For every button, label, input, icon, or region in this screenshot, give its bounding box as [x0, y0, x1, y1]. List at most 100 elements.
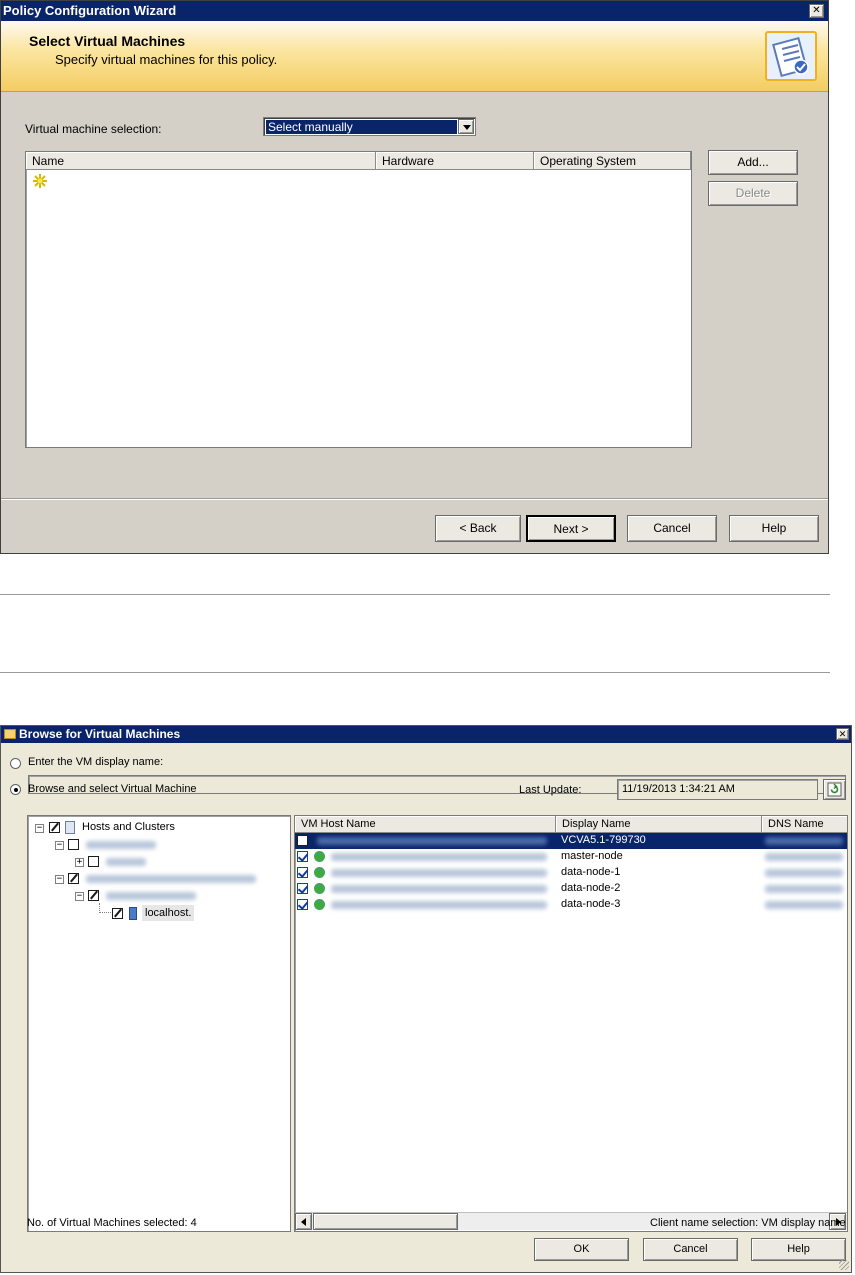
- blurred-dns-name: [765, 885, 843, 893]
- tree-collapse-root[interactable]: −: [35, 824, 44, 833]
- row-checkbox[interactable]: [297, 899, 308, 910]
- blurred-host-2a: [106, 892, 196, 900]
- tree-collapse-host-2a[interactable]: −: [75, 892, 84, 901]
- blurred-dns-name: [765, 901, 843, 909]
- column-header-dns-name[interactable]: DNS Name: [762, 816, 847, 833]
- blurred-host-1: [86, 841, 156, 849]
- policy-wizard-icon: [765, 31, 817, 81]
- hosts-tree[interactable]: − Hosts and Clusters − + − − localhost.: [27, 815, 291, 1232]
- tree-checkbox-localhost[interactable]: [112, 908, 123, 919]
- tree-collapse-host-2[interactable]: −: [55, 875, 64, 884]
- blurred-host-1a: [106, 858, 146, 866]
- host-server-icon: [129, 907, 137, 920]
- last-update-label: Last Update:: [519, 784, 582, 796]
- browse-cancel-button[interactable]: Cancel: [643, 1238, 738, 1261]
- vm-status-icon: [314, 883, 325, 894]
- blurred-host-name: [317, 837, 547, 845]
- tree-connector: [99, 903, 111, 913]
- last-update-field: 11/19/2013 1:34:21 AM: [617, 779, 818, 800]
- table-row[interactable]: data-node-2: [295, 881, 847, 897]
- tree-checkbox-host-2[interactable]: [68, 873, 79, 884]
- dropdown-selected-highlight: Select manually: [266, 120, 457, 134]
- row-display-name: data-node-1: [561, 866, 621, 878]
- chevron-down-icon: [463, 125, 471, 130]
- new-item-star-icon[interactable]: [32, 173, 48, 189]
- arrow-left-icon: [301, 1218, 306, 1226]
- wizard-title: Policy Configuration Wizard: [3, 3, 177, 18]
- dropdown-toggle[interactable]: [458, 119, 474, 134]
- help-button[interactable]: Help: [729, 515, 819, 542]
- close-icon: ✕: [812, 5, 821, 16]
- add-button[interactable]: Add...: [708, 150, 798, 175]
- column-header-hardware[interactable]: Hardware: [376, 152, 534, 170]
- row-checkbox[interactable]: [297, 835, 308, 846]
- tree-checkbox-host-2a[interactable]: [88, 890, 99, 901]
- blurred-host-name: [331, 885, 547, 893]
- client-name-status: Client name selection: VM display name: [650, 1217, 846, 1229]
- wizard-titlebar[interactable]: Policy Configuration Wizard ✕: [1, 1, 828, 21]
- blurred-dns-name: [765, 853, 843, 861]
- blurred-dns-name: [765, 869, 843, 877]
- column-header-name[interactable]: Name: [26, 152, 376, 170]
- tree-checkbox-host-1a[interactable]: [88, 856, 99, 867]
- radio-enter-name-label: Enter the VM display name:: [28, 756, 164, 768]
- close-icon: ✕: [838, 729, 847, 739]
- column-header-display-name[interactable]: Display Name: [556, 816, 762, 833]
- wizard-header-band: Select Virtual Machines Specify virtual …: [1, 21, 828, 92]
- folder-icon: [4, 729, 16, 739]
- blurred-host-2: [86, 875, 256, 883]
- table-row[interactable]: VCVA5.1-799730: [295, 833, 847, 849]
- browse-title: Browse for Virtual Machines: [19, 727, 181, 741]
- scroll-left-button[interactable]: [295, 1213, 312, 1230]
- blurred-host-name: [331, 901, 547, 909]
- browse-titlebar[interactable]: Browse for Virtual Machines ✕: [1, 726, 851, 743]
- vm-selection-label: Virtual machine selection:: [25, 122, 162, 136]
- table-row[interactable]: data-node-1: [295, 865, 847, 881]
- blurred-dns-name: [765, 837, 843, 845]
- tree-checkbox-host-1[interactable]: [68, 839, 79, 850]
- row-display-name: master-node: [561, 850, 623, 862]
- row-display-name: data-node-2: [561, 882, 621, 894]
- refresh-icon: [827, 782, 842, 797]
- cancel-button[interactable]: Cancel: [627, 515, 717, 542]
- resize-grip-icon[interactable]: [839, 1260, 849, 1270]
- browse-window: Browse for Virtual Machines ✕ Enter the …: [0, 725, 852, 1273]
- row-checkbox[interactable]: [297, 867, 308, 878]
- browse-help-button[interactable]: Help: [751, 1238, 846, 1261]
- column-header-vm-host-name[interactable]: VM Host Name: [295, 816, 556, 833]
- wizard-footer-separator: [1, 498, 828, 500]
- tree-checkbox-root[interactable]: [49, 822, 60, 833]
- dropdown-selected-value: Select manually: [268, 120, 353, 134]
- table-row[interactable]: master-node: [295, 849, 847, 865]
- row-checkbox[interactable]: [297, 851, 308, 862]
- section-divider-2: [0, 672, 830, 673]
- vm-status-icon: [314, 851, 325, 862]
- tree-root-label: Hosts and Clusters: [82, 821, 175, 833]
- section-divider-1: [0, 594, 830, 595]
- vm-status-icon: [314, 899, 325, 910]
- next-button[interactable]: Next >: [526, 515, 616, 542]
- radio-browse-selected[interactable]: [10, 784, 21, 795]
- vm-list[interactable]: Name Hardware Operating System: [25, 151, 692, 448]
- delete-button[interactable]: Delete: [708, 181, 798, 206]
- blurred-host-name: [331, 869, 547, 877]
- row-display-name: data-node-3: [561, 898, 621, 910]
- vm-status-icon: [314, 867, 325, 878]
- browse-close-button[interactable]: ✕: [836, 728, 849, 740]
- tree-expand-host-1a[interactable]: +: [75, 858, 84, 867]
- wizard-close-button[interactable]: ✕: [809, 4, 824, 18]
- back-button[interactable]: < Back: [435, 515, 521, 542]
- vm-host-list[interactable]: VM Host Name Display Name DNS Name VCVA5…: [294, 815, 848, 1232]
- table-row[interactable]: data-node-3: [295, 897, 847, 913]
- row-checkbox[interactable]: [297, 883, 308, 894]
- radio-browse-label: Browse and select Virtual Machine: [28, 783, 197, 795]
- blurred-host-name: [331, 853, 547, 861]
- tree-leaf-localhost[interactable]: localhost.: [142, 905, 195, 921]
- radio-enter-name[interactable]: [10, 758, 21, 769]
- tree-collapse-host-1[interactable]: −: [55, 841, 64, 850]
- vm-selection-dropdown[interactable]: Select manually: [263, 117, 476, 136]
- ok-button[interactable]: OK: [534, 1238, 629, 1261]
- column-header-os[interactable]: Operating System: [534, 152, 691, 170]
- scroll-thumb[interactable]: [313, 1213, 458, 1230]
- refresh-button[interactable]: [823, 779, 846, 800]
